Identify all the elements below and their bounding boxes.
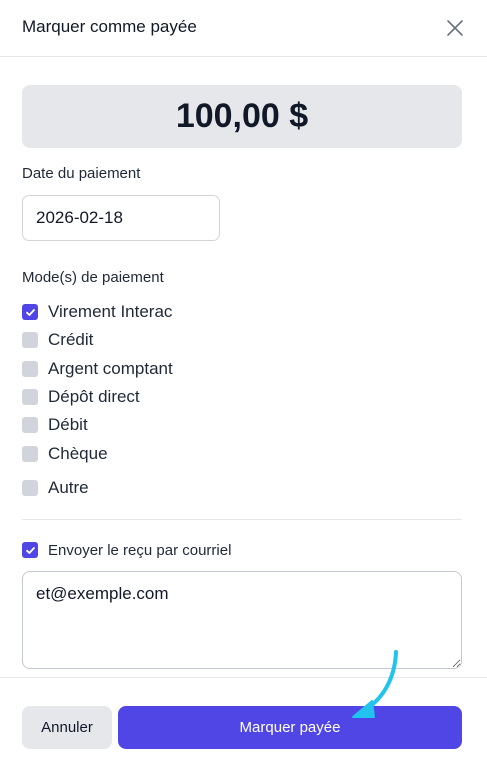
cancel-button[interactable]: Annuler — [22, 706, 112, 749]
payment-date-input[interactable] — [23, 196, 219, 240]
checkmark-icon — [25, 546, 35, 554]
checkbox[interactable] — [22, 417, 38, 433]
payment-mode-option[interactable]: Autre — [22, 477, 89, 499]
payment-mode-option[interactable]: Crédit — [22, 329, 93, 351]
payment-mode-option[interactable]: Débit — [22, 414, 88, 436]
option-label: Débit — [48, 415, 88, 434]
mark-paid-button[interactable]: Marquer payée — [118, 706, 462, 749]
dialog-header: Marquer comme payée — [0, 0, 487, 57]
checkbox[interactable] — [22, 389, 38, 405]
payment-mode-option[interactable]: Dépôt direct — [22, 386, 140, 408]
option-label: Argent comptant — [48, 359, 173, 378]
checkbox[interactable] — [22, 480, 38, 496]
payment-mode-option[interactable]: Virement Interac — [22, 301, 172, 323]
option-label: Autre — [48, 478, 89, 497]
payment-modes-label: Mode(s) de paiement — [22, 269, 164, 286]
checkbox[interactable] — [22, 304, 38, 320]
payment-mode-option[interactable]: Argent comptant — [22, 358, 173, 380]
payment-date-field — [22, 195, 220, 241]
option-label: Virement Interac — [48, 302, 173, 321]
checkbox[interactable] — [22, 446, 38, 462]
checkbox[interactable] — [22, 332, 38, 348]
close-icon — [447, 20, 463, 36]
email-receipt-label: Envoyer le reçu par courriel — [48, 541, 232, 559]
amount-display: 100,00 $ — [22, 85, 462, 148]
checkbox[interactable] — [22, 542, 38, 558]
option-label: Dépôt direct — [48, 387, 140, 406]
email-field[interactable]: et@exemple.com — [22, 571, 462, 669]
payment-mode-option[interactable]: Chèque — [22, 443, 108, 465]
option-label: Crédit — [48, 330, 94, 349]
payment-date-label: Date du paiement — [22, 165, 141, 182]
close-button[interactable] — [444, 17, 466, 39]
option-label: Chèque — [48, 444, 108, 463]
amount-value: 100,00 $ — [175, 97, 309, 135]
checkbox[interactable] — [22, 361, 38, 377]
checkmark-icon — [25, 308, 35, 316]
dialog-title: Marquer comme payée — [22, 17, 197, 36]
email-receipt-option[interactable]: Envoyer le reçu par courriel — [22, 539, 231, 561]
section-divider — [22, 519, 462, 520]
